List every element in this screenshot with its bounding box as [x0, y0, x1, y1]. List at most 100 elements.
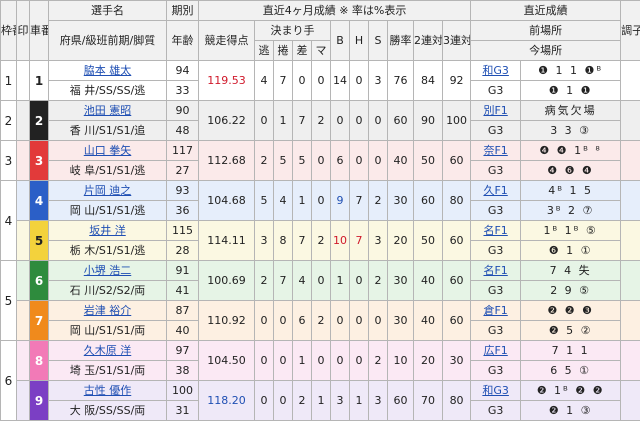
- period: 117: [166, 140, 199, 161]
- mark-cell[interactable]: [16, 140, 30, 181]
- kimarite-ma: 0: [311, 180, 331, 221]
- prev-meet-link[interactable]: 別F1: [483, 104, 507, 117]
- stat-s: 2: [368, 180, 388, 221]
- prev-meet-link-cell[interactable]: 広F1: [470, 340, 522, 361]
- prev-meet-link-cell[interactable]: 名F1: [470, 220, 522, 241]
- age: 31: [166, 400, 199, 421]
- rider-name-link[interactable]: 小堺 浩二: [84, 264, 132, 277]
- prev-meet-link-cell[interactable]: 和G3: [470, 60, 522, 81]
- rider-pref-class: 大 阪/SS/SS/両: [48, 400, 167, 421]
- kimarite-sa: 1: [292, 340, 312, 381]
- rider-name-cell[interactable]: 脇本 雄太: [48, 60, 167, 81]
- rider-name-link[interactable]: 久木原 洋: [84, 344, 132, 357]
- rider-name-link[interactable]: 山口 拳矢: [84, 144, 132, 157]
- mark-cell[interactable]: [16, 340, 30, 381]
- mark-cell[interactable]: [16, 300, 30, 341]
- stat-h: 0: [349, 60, 369, 101]
- condition-cell: [620, 380, 640, 421]
- this-meet-results: ❻ 1 ①: [520, 240, 622, 261]
- rider-name-link[interactable]: 脇本 雄太: [84, 64, 132, 77]
- waku-number: 3: [0, 140, 17, 181]
- prev-meet-link[interactable]: 広F1: [483, 344, 507, 357]
- rider-pref: 福 井/SS: [69, 83, 113, 97]
- kimarite-sa: 0: [292, 60, 312, 101]
- rate-tri: 100: [441, 100, 472, 141]
- rider-name-cell[interactable]: 池田 憲昭: [48, 100, 167, 121]
- header-period: 期別: [166, 0, 199, 21]
- rider-name-link[interactable]: 坂井 洋: [89, 224, 126, 237]
- mark-cell[interactable]: [16, 380, 30, 421]
- kimarite-n: 2: [254, 260, 274, 301]
- header-h: H: [349, 20, 369, 61]
- age: 27: [166, 160, 199, 181]
- stat-h: 0: [349, 300, 369, 341]
- rate-quin: 50: [413, 140, 443, 181]
- header-prev-meet: 前場所: [470, 20, 622, 41]
- prev-meet-link[interactable]: 久F1: [483, 184, 507, 197]
- rider-name-cell[interactable]: 坂井 洋: [48, 220, 167, 241]
- rider-pref-class: 岐 阜/S1/S1/逃: [48, 160, 167, 181]
- header-condition: 調子: [620, 0, 640, 61]
- table-row: 4 4 片岡 迪之 93 104.68 5 4 1 0 9 7 2 30 60 80 久F1 4ᴮ 1 5: [0, 180, 640, 261]
- race-score: 112.68: [198, 140, 255, 181]
- kimarite-n: 3: [254, 220, 274, 261]
- prev-meet-link-cell[interactable]: 久F1: [470, 180, 522, 201]
- condition-cell: [620, 340, 640, 381]
- rider-name-link[interactable]: 片岡 迪之: [84, 184, 132, 197]
- kimarite-n: 4: [254, 60, 274, 101]
- period: 87: [166, 300, 199, 321]
- table-row: 7 岩津 裕介 87 110.92 0 0 6 2 0 0 0 30 40 60 倉F1 ❷ ❷ ❸: [1, 300, 640, 341]
- prev-meet-link[interactable]: 和G3: [482, 64, 509, 77]
- kimarite-m: 5: [273, 140, 293, 181]
- rate-tri: 60: [441, 260, 472, 301]
- mark-cell[interactable]: [16, 260, 30, 301]
- kimarite-m: 7: [273, 60, 293, 101]
- rider-style: S1/両: [116, 363, 146, 377]
- waku-number: 5: [0, 260, 17, 341]
- stat-b: 0: [330, 340, 350, 381]
- prev-meet-link[interactable]: 名F1: [483, 264, 507, 277]
- kimarite-n: 0: [254, 100, 274, 141]
- prev-meet-link-cell[interactable]: 和G3: [470, 380, 522, 401]
- prev-meet-link[interactable]: 名F1: [483, 224, 507, 237]
- rider-name-cell[interactable]: 古性 優作: [48, 380, 167, 401]
- prev-meet-link[interactable]: 和G3: [482, 384, 509, 397]
- rider-name-link[interactable]: 岩津 裕介: [84, 304, 132, 317]
- rider-style: S2/両: [116, 283, 146, 297]
- mark-cell[interactable]: [16, 180, 30, 221]
- kimarite-n: 2: [254, 140, 274, 181]
- kimarite-m: 0: [273, 380, 293, 421]
- rider-pref: 岐 阜/S1: [69, 163, 113, 177]
- rider-name-cell[interactable]: 山口 拳矢: [48, 140, 167, 161]
- rider-name-cell[interactable]: 岩津 裕介: [48, 300, 167, 321]
- header-kimarite: 決まり手: [254, 20, 331, 41]
- prev-meet-link-cell[interactable]: 奈F1: [470, 140, 522, 161]
- rider-name-link[interactable]: 池田 憲昭: [84, 104, 132, 117]
- rate-win: 30: [387, 300, 414, 341]
- prev-meet-link-cell[interactable]: 倉F1: [470, 300, 522, 321]
- rider-name-cell[interactable]: 片岡 迪之: [48, 180, 167, 201]
- prev-meet-link[interactable]: 奈F1: [483, 144, 507, 157]
- car-number: 9: [29, 380, 49, 421]
- rider-name-link[interactable]: 古性 優作: [84, 384, 132, 397]
- mark-cell[interactable]: [16, 220, 30, 261]
- kimarite-m: 0: [273, 300, 293, 341]
- waku-number: 4: [0, 180, 17, 261]
- rider-pref: 栃 木/S1: [69, 243, 113, 257]
- table-row: 6 8 久木原 洋 97 104.50 0 0 1 0 0 0 2 10 20 30 広F1 7 1 1: [0, 340, 640, 421]
- mark-cell[interactable]: [16, 100, 30, 141]
- rider-name-cell[interactable]: 小堺 浩二: [48, 260, 167, 281]
- race-score: 104.68: [198, 180, 255, 221]
- period: 93: [166, 180, 199, 201]
- rider-style: S1/逃: [116, 243, 146, 257]
- prev-meet-link-cell[interactable]: 名F1: [470, 260, 522, 281]
- prev-meet-link[interactable]: 倉F1: [483, 304, 507, 317]
- stat-s: 3: [368, 60, 388, 101]
- rider-name-cell[interactable]: 久木原 洋: [48, 340, 167, 361]
- rider-pref: 岡 山/S1: [69, 203, 113, 217]
- kimarite-ma: 0: [311, 260, 331, 301]
- kimarite-sa: 2: [292, 380, 312, 421]
- prev-meet-link-cell[interactable]: 別F1: [470, 100, 522, 121]
- kimarite-n: 0: [254, 340, 274, 381]
- mark-cell[interactable]: [16, 60, 30, 101]
